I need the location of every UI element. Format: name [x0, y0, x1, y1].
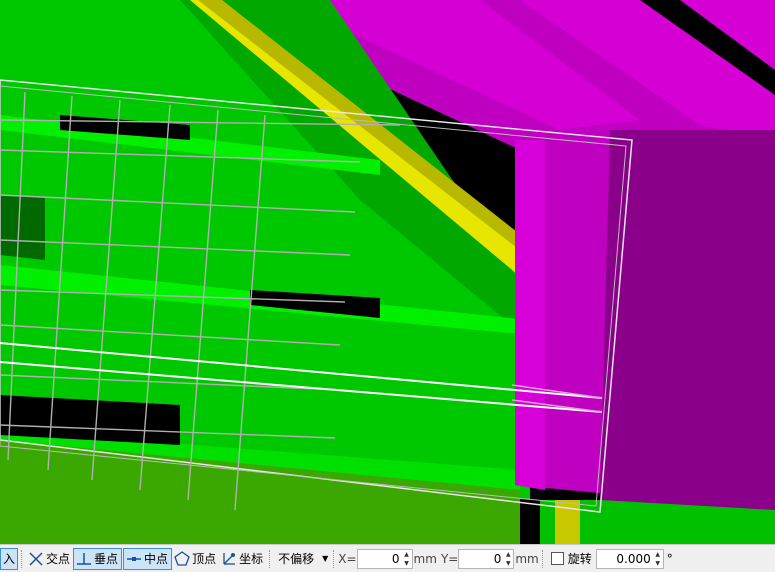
- cut-label: 入: [3, 552, 16, 566]
- intersection-snap-icon: [29, 551, 43, 566]
- rotate-unit: °: [666, 551, 673, 566]
- magenta-column-side: [600, 130, 775, 510]
- model-scene: [0, 0, 775, 544]
- separator: [333, 549, 335, 568]
- spin-arrows-icon[interactable]: ▲ ▼: [654, 550, 662, 568]
- intersection-snap-button[interactable]: 交点: [26, 548, 73, 570]
- perpendicular-snap-button[interactable]: 垂点: [73, 547, 123, 570]
- midpoint-snap-icon: [127, 556, 142, 561]
- x-unit: mm: [413, 551, 437, 566]
- 3d-viewport[interactable]: [0, 0, 775, 544]
- spin-arrows-icon[interactable]: ▲ ▼: [403, 550, 411, 568]
- vertex-snap-label: 顶点: [192, 552, 217, 566]
- perpendicular-snap-label: 垂点: [94, 552, 119, 566]
- offset-mode-value: 不偏移: [278, 552, 315, 566]
- offset-mode-select[interactable]: 不偏移 ▼: [276, 549, 330, 569]
- vertex-snap-icon: [174, 550, 190, 566]
- vertex-snap-button[interactable]: 顶点: [172, 548, 219, 570]
- midpoint-snap-label: 中点: [144, 552, 169, 566]
- rotate-checkbox[interactable]: [550, 552, 564, 565]
- intersection-snap-label: 交点: [46, 552, 71, 566]
- separator: [269, 549, 271, 568]
- y-label: Y=: [440, 551, 459, 566]
- perpendicular-snap-icon: [77, 552, 92, 565]
- coordinate-snap-label: 坐标: [239, 552, 264, 566]
- separator: [541, 549, 544, 568]
- separator: [21, 549, 23, 568]
- x-offset-input[interactable]: 0 ▲ ▼: [356, 548, 413, 569]
- cut-button[interactable]: 入: [0, 547, 19, 570]
- rotate-label: 旋转: [567, 552, 592, 566]
- y-offset-input[interactable]: 0 ▲ ▼: [458, 548, 515, 569]
- coordinate-snap-icon: [223, 552, 236, 565]
- y-unit: mm: [515, 551, 539, 566]
- chevron-down-icon: ▼: [322, 554, 329, 563]
- x-label: X=: [338, 551, 357, 566]
- midpoint-snap-button[interactable]: 中点: [123, 547, 173, 570]
- rotate-input[interactable]: 0.000 ▲ ▼: [595, 548, 664, 569]
- snap-toolbar: 入 交点 垂点 中点 顶点 坐标 不偏移 ▼ X= 0 ▲ ▼ mm Y= 0 …: [0, 544, 775, 572]
- coordinate-snap-button[interactable]: 坐标: [219, 548, 266, 570]
- spin-arrows-icon[interactable]: ▲ ▼: [504, 550, 512, 568]
